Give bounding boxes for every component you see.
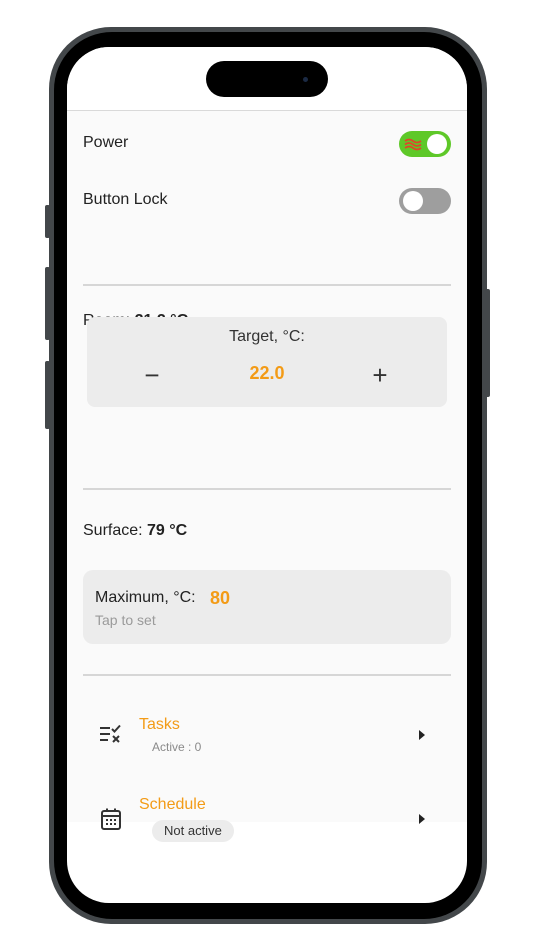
schedule-status-badge: Not active <box>152 820 234 842</box>
power-side-button <box>485 289 490 397</box>
tasks-title: Tasks <box>139 716 180 733</box>
maximum-value: 80 <box>210 588 231 608</box>
section-divider <box>83 488 451 490</box>
volume-down-button <box>45 361 50 429</box>
section-divider <box>83 674 451 676</box>
tasks-active-count: Active : 0 <box>152 740 202 754</box>
decrease-target-button[interactable]: − <box>132 355 172 395</box>
button-lock-toggle[interactable] <box>399 188 451 214</box>
schedule-title: Schedule <box>139 796 206 813</box>
tasks-row[interactable]: Tasks Active : 0 <box>67 704 467 764</box>
tasks-chevron-icon <box>419 730 425 740</box>
app-screen: Power Button Lock Room: 21.2 °C Target, … <box>67 47 467 903</box>
surface-label: Surface: <box>83 522 148 539</box>
maximum-hint: Tap to set <box>95 612 156 628</box>
surface-value: 79 °C <box>147 522 188 539</box>
button-lock-toggle-knob <box>403 191 423 211</box>
thermostat-content: Power Button Lock Room: 21.2 °C Target, … <box>67 111 467 842</box>
heating-waves-icon <box>404 138 422 151</box>
maximum-label: Maximum, °C: <box>95 589 196 606</box>
calendar-icon <box>101 808 121 830</box>
power-toggle[interactable] <box>399 131 451 157</box>
power-label: Power <box>83 134 129 151</box>
target-temperature-card: Target, °C: − 22.0 + <box>87 317 447 407</box>
button-lock-label: Button Lock <box>83 191 168 208</box>
schedule-chevron-icon <box>419 814 425 824</box>
camera-icon <box>303 77 308 82</box>
dynamic-island <box>206 61 328 97</box>
target-value: 22.0 <box>249 363 285 383</box>
surface-temperature: Surface: 79 °C <box>83 522 187 540</box>
tasks-checklist-icon <box>100 724 121 743</box>
section-divider <box>83 284 451 286</box>
action-button <box>45 205 50 238</box>
maximum-temperature-card[interactable]: Maximum, °C: 80 Tap to set <box>83 570 451 644</box>
volume-up-button <box>45 267 50 340</box>
increase-target-button[interactable]: + <box>360 355 400 395</box>
target-label: Target, °C: <box>229 328 305 345</box>
schedule-row[interactable]: Schedule Not active <box>67 786 467 846</box>
power-toggle-knob <box>427 134 447 154</box>
